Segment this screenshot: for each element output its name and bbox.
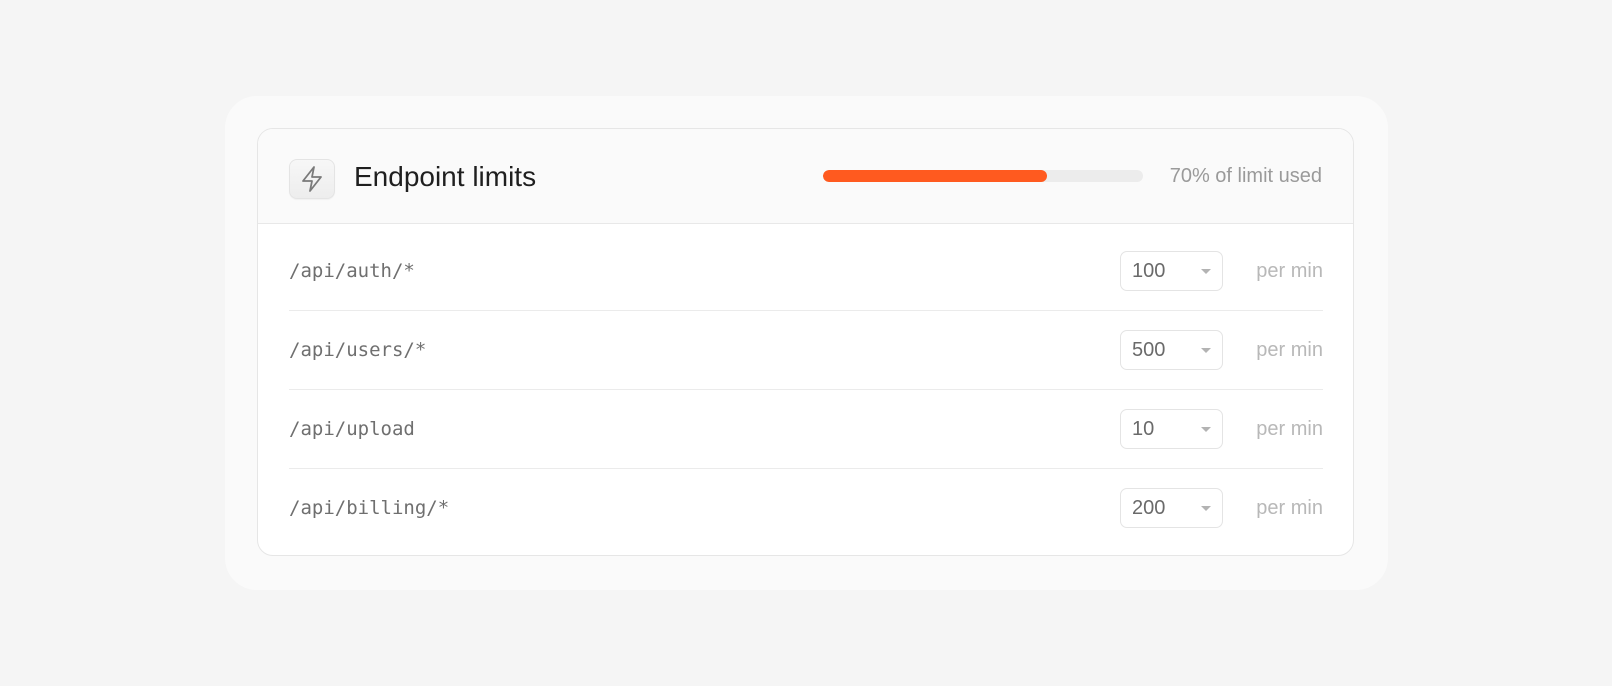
limit-select-value: 200: [1132, 497, 1166, 519]
endpoint-row-auth: /api/auth/* 100 per min: [289, 232, 1323, 311]
card-title: Endpoint limits: [354, 161, 537, 192]
limit-select-value: 10: [1132, 418, 1155, 440]
limit-unit: per min: [1256, 497, 1323, 519]
limit-unit: per min: [1256, 260, 1323, 282]
limit-select[interactable]: 10: [1120, 409, 1223, 449]
endpoint-limits-card: Endpoint limits 70% of limit used /api/a…: [257, 128, 1354, 556]
panel-backdrop: Endpoint limits 70% of limit used /api/a…: [225, 96, 1388, 590]
endpoint-path: /api/users/*: [289, 339, 427, 361]
chevron-down-icon: [1201, 348, 1211, 353]
chevron-down-icon: [1201, 427, 1211, 432]
endpoint-path: /api/auth/*: [289, 260, 415, 282]
usage-progress-bar: [823, 170, 1143, 182]
limit-unit: per min: [1256, 339, 1323, 361]
limit-select[interactable]: 100: [1120, 251, 1223, 291]
lightning-bolt-icon: [289, 159, 335, 199]
limit-select[interactable]: 200: [1120, 488, 1223, 528]
endpoint-path: /api/billing/*: [289, 497, 450, 519]
lightning-bolt-glyph: [302, 166, 322, 192]
limit-select-value: 500: [1132, 339, 1166, 361]
endpoint-row-upload: /api/upload 10 per min: [289, 390, 1323, 469]
endpoint-list: /api/auth/* 100 per min /api/users/* 500…: [289, 232, 1323, 548]
usage-label: 70% of limit used: [1169, 165, 1322, 187]
chevron-down-icon: [1201, 506, 1211, 511]
limit-unit: per min: [1256, 418, 1323, 440]
endpoint-row-users: /api/users/* 500 per min: [289, 311, 1323, 390]
endpoint-path: /api/upload: [289, 418, 415, 440]
card-header: Endpoint limits 70% of limit used: [258, 129, 1353, 224]
usage-progress-fill: [823, 170, 1047, 182]
chevron-down-icon: [1201, 269, 1211, 274]
endpoint-row-billing: /api/billing/* 200 per min: [289, 469, 1323, 548]
limit-select[interactable]: 500: [1120, 330, 1223, 370]
limit-select-value: 100: [1132, 260, 1166, 282]
